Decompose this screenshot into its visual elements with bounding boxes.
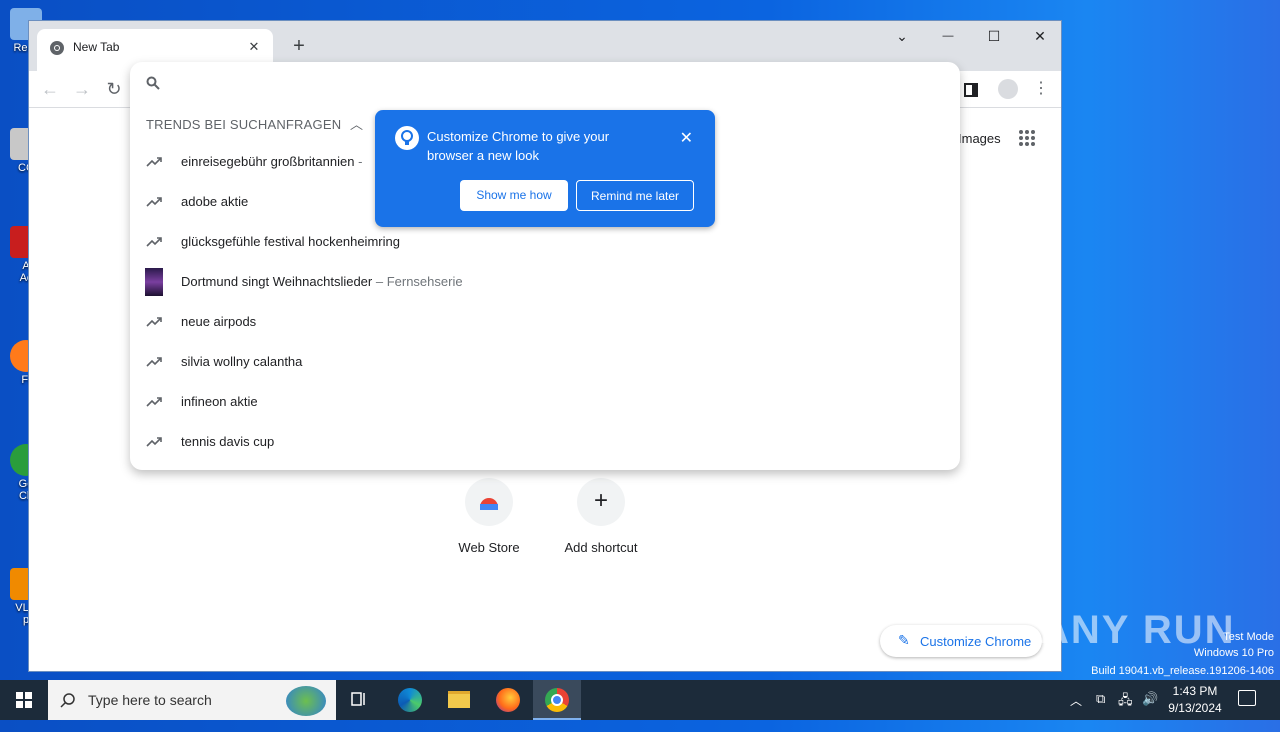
taskbar-firefox[interactable]	[484, 680, 532, 720]
task-view-icon	[351, 692, 365, 706]
images-link[interactable]: Images	[958, 131, 1001, 146]
forward-icon[interactable]: →	[70, 77, 94, 101]
promo-message: Customize Chrome to give your browser a …	[427, 129, 610, 163]
trending-icon	[146, 397, 162, 407]
profile-avatar[interactable]	[998, 79, 1018, 99]
taskbar-chrome[interactable]	[533, 680, 581, 720]
remind-me-later-button[interactable]: Remind me later	[576, 180, 694, 211]
search-icon	[60, 693, 75, 708]
volume-icon[interactable]: 🔊	[1142, 691, 1158, 731]
search-icon	[146, 76, 160, 90]
network-icon[interactable]: ⧉	[1096, 691, 1105, 731]
shortcut-web-store[interactable]: Web Store	[439, 478, 539, 555]
taskbar: Type here to search ︿ ⧉ 🖧 🔊 1:43 PM 9/13…	[0, 680, 1280, 720]
show-me-how-button[interactable]: Show me how	[460, 180, 568, 211]
test-mode-label: Test Mode	[1223, 631, 1274, 643]
folder-icon	[448, 691, 470, 708]
lightbulb-icon	[395, 126, 419, 150]
trending-icon	[146, 197, 162, 207]
firefox-icon	[496, 688, 520, 712]
menu-kebab-icon[interactable]: ⋮	[1029, 77, 1053, 101]
suggestion-row[interactable]: glücksgefühle festival hockenheimring	[130, 222, 960, 262]
chevron-up-icon[interactable]: ︿	[350, 114, 363, 133]
clock-time: 1:43 PM	[1172, 684, 1218, 698]
build-label: Build 19041.vb_release.191206-1406	[1091, 665, 1274, 677]
taskbar-file-explorer[interactable]	[435, 680, 483, 720]
suggestion-row[interactable]: Dortmund singt Weihnachtslieder – Fernse…	[130, 262, 960, 302]
trending-icon	[146, 237, 162, 247]
apps-grid-icon[interactable]	[1018, 129, 1036, 147]
chevron-up-icon[interactable]: ︿	[1070, 692, 1082, 732]
maximize-button[interactable]: ☐	[971, 21, 1017, 51]
windows-logo-icon	[16, 692, 32, 708]
close-icon[interactable]: ✕	[680, 128, 693, 148]
new-tab-button[interactable]: +	[287, 35, 311, 59]
start-button[interactable]	[0, 680, 48, 720]
windows-edition-label: Windows 10 Pro	[1193, 647, 1274, 659]
trending-icon	[146, 437, 162, 447]
taskbar-edge[interactable]	[386, 680, 434, 720]
task-view-button[interactable]	[336, 680, 384, 720]
reload-icon[interactable]: ↻	[102, 77, 126, 101]
tab-title: New Tab	[73, 40, 120, 54]
suggestion-row[interactable]: infineon aktie	[130, 382, 960, 422]
chrome-icon	[545, 688, 569, 712]
taskbar-clock[interactable]: 1:43 PM 9/13/2024	[1158, 683, 1232, 717]
trending-icon	[146, 357, 162, 367]
ethernet-icon[interactable]: 🖧	[1118, 691, 1133, 731]
suggestion-row[interactable]: silvia wollny calantha	[130, 342, 960, 382]
close-window-button[interactable]: ✕	[1017, 21, 1063, 51]
shortcut-add[interactable]: + Add shortcut	[551, 478, 651, 555]
customize-chrome-button[interactable]: ✎ Customize Chrome	[880, 625, 1042, 657]
trends-header: TRENDS BEI SUCHANFRAGEN	[146, 117, 342, 132]
taskbar-search-box[interactable]: Type here to search	[48, 680, 336, 720]
web-store-icon	[465, 478, 513, 526]
clock-date: 9/13/2024	[1168, 701, 1222, 715]
pencil-icon: ✎	[898, 632, 910, 648]
minimize-button[interactable]: —	[925, 21, 971, 51]
chrome-favicon-icon	[50, 41, 64, 55]
back-icon[interactable]: ←	[38, 77, 62, 101]
side-panel-icon[interactable]	[964, 83, 978, 97]
suggestion-thumbnail	[145, 268, 163, 296]
customize-promo-bubble: Customize Chrome to give your browser a …	[375, 110, 715, 227]
tab-search-button[interactable]: ⌄	[879, 21, 925, 51]
tab-close-icon[interactable]: ✕	[245, 38, 263, 56]
suggestion-row[interactable]: tennis davis cup	[130, 422, 960, 462]
suggestion-row[interactable]: neue airpods	[130, 302, 960, 342]
trending-icon	[146, 317, 162, 327]
notifications-icon[interactable]	[1238, 690, 1256, 706]
search-highlight-globe-icon	[286, 686, 326, 716]
edge-icon	[398, 688, 422, 712]
trending-icon	[146, 157, 162, 167]
plus-icon: +	[577, 478, 625, 526]
